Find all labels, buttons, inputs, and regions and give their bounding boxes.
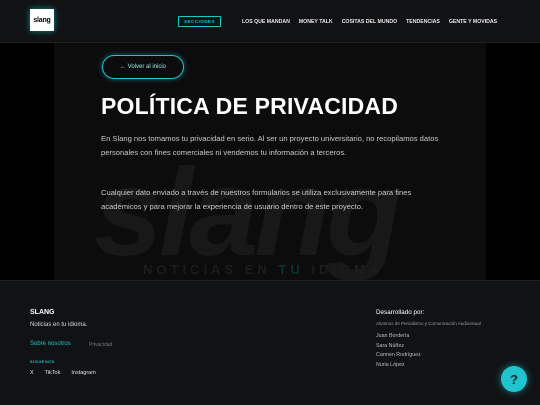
help-button[interactable]: ?	[501, 366, 527, 392]
follow-label: SÍGUENOS	[30, 360, 55, 364]
privacy-paragraph-2: Cualquier dato enviado a través de nuest…	[101, 188, 412, 212]
developer-name: Carmen Rodríguez	[376, 352, 421, 359]
about-link[interactable]: Sobre nosotros	[30, 341, 71, 347]
social-link-tiktok[interactable]: TikTok	[45, 370, 61, 376]
social-links: X TikTok Instagram	[30, 370, 107, 376]
developers-subtitle: Alumnos de Periodismo y Comunicación Aud…	[376, 321, 481, 326]
page-title: POLÍTICA DE PRIVACIDAD	[101, 93, 399, 119]
site-logo[interactable]: slang	[30, 9, 54, 31]
developers-title: Desarrollado por:	[376, 309, 425, 316]
nav-item-cositas-del-mundo[interactable]: COSITAS DEL MUNDO	[342, 19, 397, 25]
nav-item-tendencias[interactable]: TENDENCIAS	[406, 19, 440, 25]
nav-item-los-que-mandan[interactable]: LOS QUE MANDAN	[242, 19, 290, 25]
footer-brand: SLANG	[30, 309, 55, 316]
social-link-x[interactable]: X	[30, 370, 34, 376]
main-nav: SECCIONES LOS QUE MANDAN MONEY TALK COSI…	[178, 16, 506, 27]
footer-tagline: Noticias en tu idioma.	[30, 322, 88, 328]
sections-button[interactable]: SECCIONES	[178, 16, 222, 27]
privacy-panel: slang NOTICIAS EN TU IDIOMA ← Volver al …	[54, 43, 486, 280]
privacy-link[interactable]: Privacidad	[89, 342, 112, 348]
watermark-tagline: NOTICIAS EN TU IDIOMA	[143, 262, 383, 277]
developer-name: Nuria López	[376, 361, 405, 368]
nav-item-money-talk[interactable]: MONEY TALK	[299, 19, 333, 25]
nav-item-gente-y-movidas[interactable]: GENTE Y MOVIDAS	[449, 19, 497, 25]
logo-text: slang	[33, 16, 51, 24]
social-link-instagram[interactable]: Instagram	[71, 370, 95, 376]
site-footer: SLANG Noticias en tu idioma. Sobre nosot…	[0, 280, 540, 405]
developers-list: Juan Bordería Sara Núñez Carmen Rodrígue…	[376, 332, 421, 370]
site-header: slang SECCIONES LOS QUE MANDAN MONEY TAL…	[0, 0, 540, 43]
privacy-paragraph-1: En Slang nos tomamos tu privacidad en se…	[101, 134, 439, 158]
developer-name: Sara Núñez	[376, 342, 404, 349]
back-home-button[interactable]: ← Volver al inicio	[102, 55, 184, 79]
developer-name: Juan Bordería	[376, 333, 410, 339]
